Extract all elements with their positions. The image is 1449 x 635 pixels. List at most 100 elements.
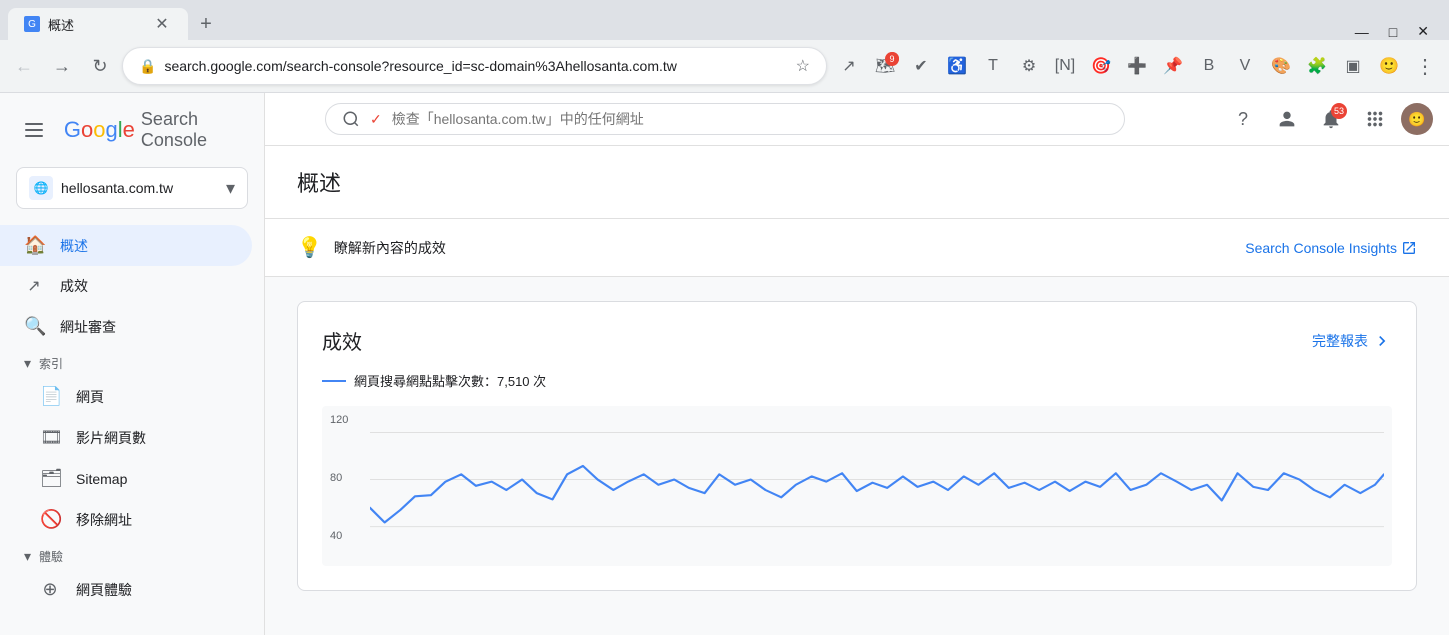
chevron-right-icon: [1372, 331, 1392, 351]
tab-favicon: G: [24, 16, 40, 32]
sidebar-item-url-inspection[interactable]: 🔍 網址審查: [0, 306, 252, 347]
chart-legend: 網頁搜尋網點點擊次數：7,510 次: [322, 371, 1392, 390]
video-icon: 🎞: [40, 427, 60, 448]
external-link-icon: [1401, 240, 1417, 256]
section-experience[interactable]: ▾ 體驗: [0, 540, 264, 569]
lock-icon: 🔒: [139, 58, 156, 75]
gsc-top-actions: ? 53 🙂: [1225, 101, 1433, 137]
user-avatar[interactable]: 🙂: [1401, 103, 1433, 135]
window-controls: — □ ✕: [1355, 23, 1441, 40]
profile-button[interactable]: 🙂: [1373, 50, 1405, 82]
accessibility-extension[interactable]: ♿: [941, 50, 973, 82]
back-button[interactable]: ←: [8, 50, 40, 82]
insights-text: 瞭解新內容的成效: [334, 238, 446, 258]
section-index-label: 索引: [39, 355, 63, 372]
y-label-40: 40: [330, 530, 348, 542]
sidebar-video-label: 影片網頁數: [76, 428, 146, 448]
close-window-button[interactable]: ✕: [1417, 23, 1429, 40]
share-button[interactable]: ↗: [833, 50, 865, 82]
experience-collapse-icon: ▾: [24, 548, 31, 565]
section-index[interactable]: ▾ 索引: [0, 347, 264, 376]
bulb-icon: 💡: [297, 235, 322, 260]
property-icon: 🌐: [29, 176, 53, 200]
annotation-checkmark: ✓: [370, 111, 382, 128]
minimize-button[interactable]: —: [1355, 24, 1369, 40]
search-icon: [342, 110, 360, 128]
extension9[interactable]: V: [1229, 50, 1261, 82]
active-tab[interactable]: G 概述 ✕: [8, 8, 188, 40]
address-bar[interactable]: 🔒 search.google.com/search-console?resou…: [122, 47, 827, 85]
performance-header: 成效 完整報表: [322, 326, 1392, 355]
extension6[interactable]: ➕: [1121, 50, 1153, 82]
gsc-top-bar: ✓ ? 53 🙂: [265, 93, 1449, 146]
url-text: search.google.com/search-console?resourc…: [164, 58, 787, 74]
extension5[interactable]: 🎯: [1085, 50, 1117, 82]
extension7[interactable]: 📌: [1157, 50, 1189, 82]
account-button[interactable]: [1269, 101, 1305, 137]
trending-icon: ↗: [24, 276, 44, 296]
page-title-bar: 概述: [265, 146, 1449, 219]
new-tab-button[interactable]: +: [192, 10, 220, 38]
chart-svg: [370, 422, 1384, 558]
maximize-button[interactable]: □: [1389, 24, 1397, 40]
hamburger-menu[interactable]: [16, 110, 52, 150]
menu-button[interactable]: ⋮: [1409, 50, 1441, 82]
help-button[interactable]: ?: [1225, 101, 1261, 137]
extension10[interactable]: 🎨: [1265, 50, 1297, 82]
legend-line: [322, 380, 346, 382]
sidebar: Google Search Console 🌐 hellosanta.com.t…: [0, 93, 265, 635]
extension11[interactable]: 🧩: [1301, 50, 1333, 82]
apps-button[interactable]: [1357, 101, 1393, 137]
search-console-insights-link[interactable]: Search Console Insights: [1245, 240, 1417, 256]
notion-extension[interactable]: [N]: [1049, 50, 1081, 82]
sidebar-item-sitemap[interactable]: 🗂 Sitemap: [0, 458, 252, 499]
forward-button[interactable]: →: [46, 50, 78, 82]
reload-button[interactable]: ↻: [84, 50, 116, 82]
insights-bar: 💡 瞭解新內容的成效 Search Console Insights: [265, 219, 1449, 277]
sidebar-performance-label: 成效: [60, 276, 88, 296]
sidebar-overview-label: 概述: [60, 236, 88, 256]
translate-extension[interactable]: T: [977, 50, 1009, 82]
notification-badge: 53: [1331, 103, 1347, 119]
performance-title: 成效: [322, 326, 362, 355]
legend-label: 網頁搜尋網點點擊次數：7,510 次: [354, 371, 546, 390]
sidebar-item-overview[interactable]: 🏠 概述: [0, 225, 252, 266]
maps-extension[interactable]: 🗺 9: [869, 50, 901, 82]
extension8[interactable]: B: [1193, 50, 1225, 82]
y-label-120: 120: [330, 414, 348, 426]
sidebar-item-remove-urls[interactable]: 🚫 移除網址: [0, 499, 252, 540]
tab-title: 概述: [48, 15, 74, 34]
logo-google: Google: [64, 117, 135, 143]
section-experience-label: 體驗: [39, 548, 63, 565]
sidebar-item-page-experience[interactable]: ⊕ 網頁體驗: [0, 569, 252, 610]
sidebar-item-performance[interactable]: ↗ 成效: [0, 266, 252, 306]
sidebar-item-video-pages[interactable]: 🎞 影片網頁數: [0, 417, 252, 458]
check-extension[interactable]: ✔: [905, 50, 937, 82]
home-icon: 🏠: [24, 235, 44, 256]
sidebar-item-pages[interactable]: 📄 網頁: [0, 376, 252, 417]
full-report-link[interactable]: 完整報表: [1312, 331, 1392, 351]
page-icon: 📄: [40, 386, 60, 407]
sidebar-pages-label: 網頁: [76, 387, 104, 407]
sidebar-sitemap-label: Sitemap: [76, 471, 127, 487]
app-container: Google Search Console 🌐 hellosanta.com.t…: [0, 93, 1449, 635]
chart-y-labels: 120 80 40: [330, 414, 348, 542]
y-label-80: 80: [330, 472, 348, 484]
browser-nav-bar: ← → ↻ 🔒 search.google.com/search-console…: [0, 40, 1449, 92]
sidebar-page-experience-label: 網頁體驗: [76, 580, 132, 600]
performance-chart: 120 80 40: [322, 406, 1392, 566]
tab-close-button[interactable]: ✕: [152, 14, 172, 34]
property-name: hellosanta.com.tw: [61, 180, 218, 196]
app-logo: Google Search Console: [64, 109, 248, 151]
extension3[interactable]: ⚙: [1013, 50, 1045, 82]
notifications-button[interactable]: 53: [1313, 101, 1349, 137]
bookmark-icon[interactable]: ☆: [796, 56, 810, 76]
gsc-search-bar[interactable]: ✓: [325, 103, 1125, 135]
url-inspection-input[interactable]: [392, 111, 1108, 127]
sidebar-extension[interactable]: ▣: [1337, 50, 1369, 82]
property-selector[interactable]: 🌐 hellosanta.com.tw ▾: [16, 167, 248, 209]
performance-section: 成效 完整報表 網頁搜尋網點點擊次數：7,510 次 120 80 40: [297, 301, 1417, 591]
plus-circle-icon: ⊕: [40, 579, 60, 600]
sidebar-remove-label: 移除網址: [76, 510, 132, 530]
full-report-label: 完整報表: [1312, 331, 1368, 351]
